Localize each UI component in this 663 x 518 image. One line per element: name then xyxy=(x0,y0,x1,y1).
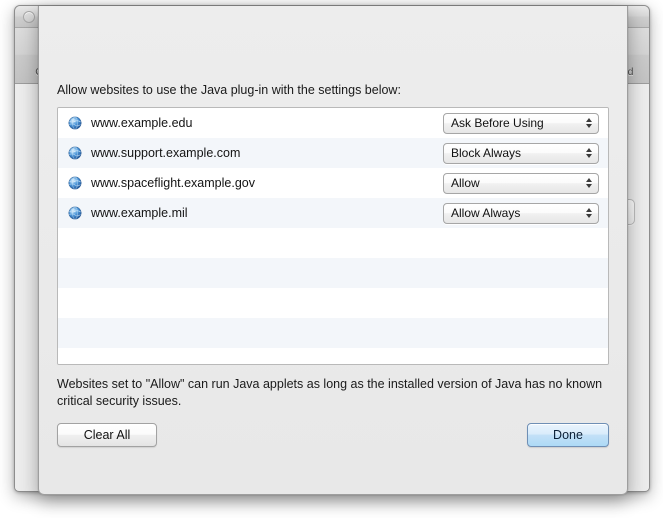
sheet-heading: Allow websites to use the Java plug-in w… xyxy=(57,83,401,97)
permission-popup-button[interactable]: Block Always xyxy=(443,142,599,164)
sheet-button-bar: Clear All Done xyxy=(57,423,609,449)
sheet-content: Allow websites to use the Java plug-in w… xyxy=(39,78,627,494)
permission-popup-button[interactable]: Ask Before Using xyxy=(443,112,599,134)
table-row[interactable]: www.example.mil Allow Always xyxy=(58,198,608,228)
site-name: www.support.example.com xyxy=(91,146,241,160)
chevron-updown-icon xyxy=(580,144,598,163)
globe-icon xyxy=(68,176,82,190)
done-button[interactable]: Done xyxy=(527,423,609,447)
permission-value: Allow xyxy=(451,176,480,190)
permission-popup-button[interactable]: Allow xyxy=(443,172,599,194)
website-permissions-list[interactable]: www.example.edu Ask Before Using www.sup… xyxy=(57,107,609,365)
globe-icon xyxy=(68,206,82,220)
table-row-empty xyxy=(58,318,608,348)
table-row[interactable]: www.example.edu Ask Before Using xyxy=(58,108,608,138)
screenshot-root: Security General xyxy=(0,0,663,518)
clear-all-button[interactable]: Clear All xyxy=(57,423,157,447)
permission-value: Allow Always xyxy=(451,206,521,220)
table-row-empty xyxy=(58,228,608,258)
sheet-note: Websites set to "Allow" can run Java app… xyxy=(57,377,603,408)
chevron-updown-icon xyxy=(580,114,598,133)
table-row[interactable]: www.spaceflight.example.gov Allow xyxy=(58,168,608,198)
website-permissions-rows: www.example.edu Ask Before Using www.sup… xyxy=(58,108,608,364)
permission-value: Ask Before Using xyxy=(451,116,544,130)
chevron-updown-icon xyxy=(580,204,598,223)
permission-value: Block Always xyxy=(451,146,522,160)
table-row[interactable]: www.support.example.com Block Always xyxy=(58,138,608,168)
permission-popup-button[interactable]: Allow Always xyxy=(443,202,599,224)
globe-icon xyxy=(68,146,82,160)
chevron-updown-icon xyxy=(580,174,598,193)
site-name: www.spaceflight.example.gov xyxy=(91,176,255,190)
table-row-empty xyxy=(58,288,608,318)
java-permissions-sheet: Allow websites to use the Java plug-in w… xyxy=(38,6,628,495)
globe-icon xyxy=(68,116,82,130)
table-row-empty xyxy=(58,348,608,364)
site-name: www.example.edu xyxy=(91,116,193,130)
table-row-empty xyxy=(58,258,608,288)
site-name: www.example.mil xyxy=(91,206,188,220)
